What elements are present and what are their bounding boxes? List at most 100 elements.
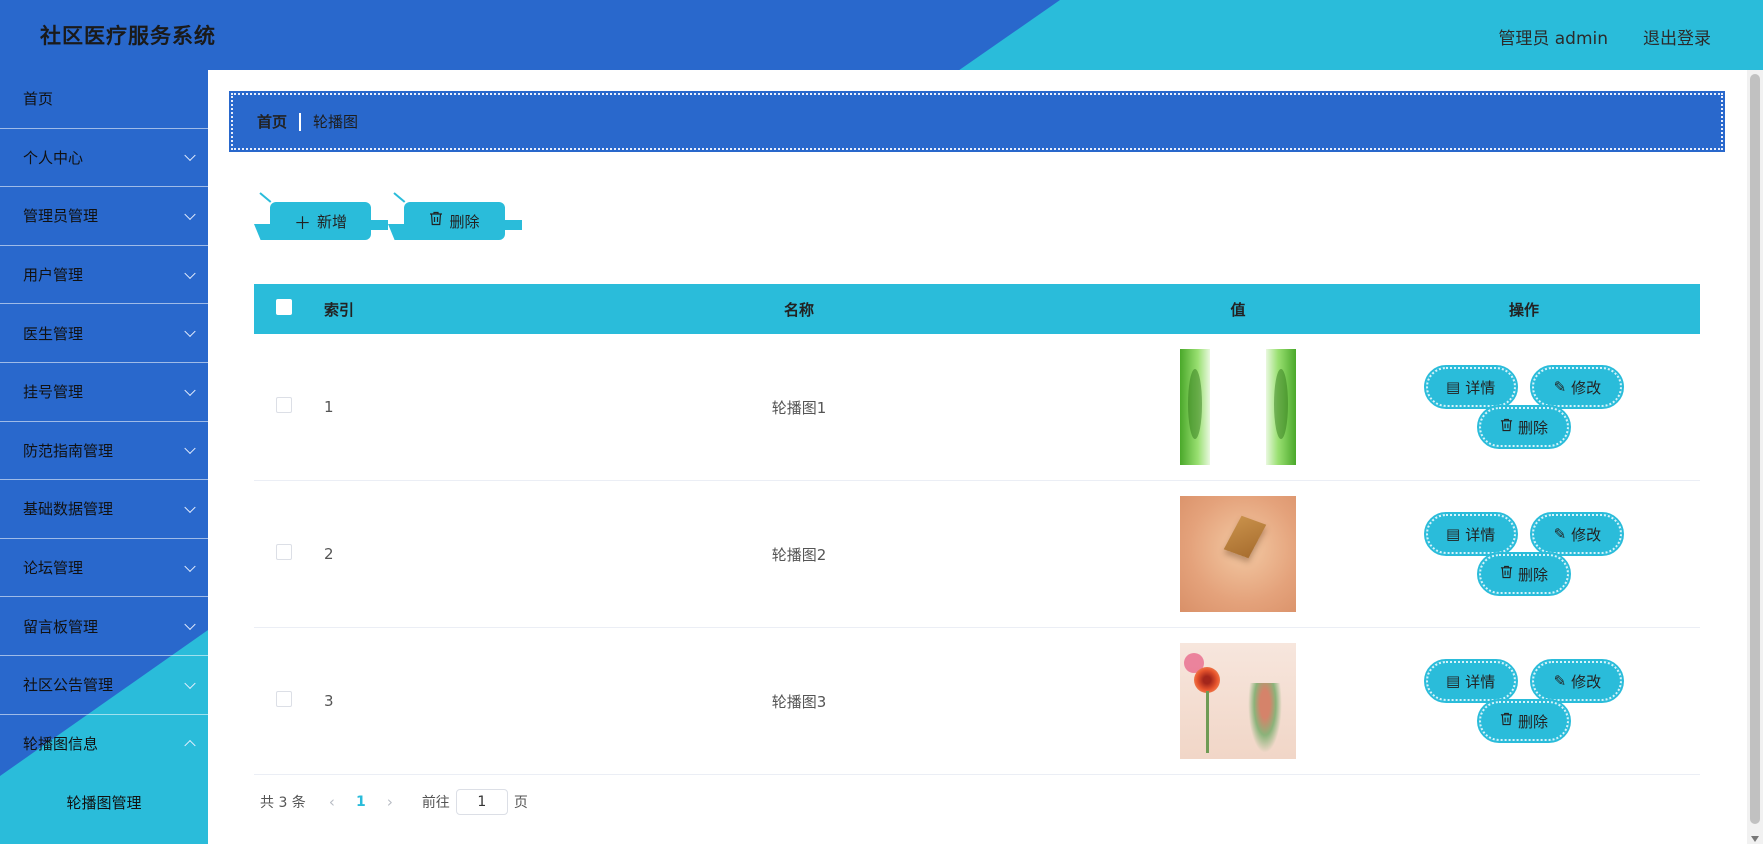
sidebar-subitem-carousel-management[interactable]: 轮播图管理 [0, 773, 208, 831]
trash-icon [429, 211, 443, 231]
header-check-cell [276, 299, 292, 319]
row-actions: ▤ 详情 ✎ 修改 删除 [1379, 512, 1669, 596]
delete-button[interactable]: 删除 [1477, 405, 1571, 449]
sidebar-item-admin-management[interactable]: 管理员管理 [0, 187, 208, 246]
detail-button[interactable]: ▤ 详情 [1423, 659, 1518, 703]
edit-button[interactable]: ✎ 修改 [1530, 365, 1625, 409]
sidebar-item-carousel-info[interactable]: 轮播图信息 [0, 715, 208, 774]
sidebar-item-label: 社区公告管理 [23, 676, 114, 695]
carousel-image-thumbnail [1180, 643, 1296, 759]
pagination-goto-label: 前往 [421, 795, 450, 811]
row-name: 轮播图1 [771, 398, 827, 417]
chevron-down-icon [184, 501, 196, 514]
chevron-right-icon[interactable]: › [376, 793, 404, 811]
detail-label: 详情 [1465, 525, 1496, 544]
breadcrumb-current: 轮播图 [313, 113, 359, 131]
carousel-image-thumbnail [1180, 496, 1296, 612]
sidebar-item-label: 留言板管理 [23, 617, 99, 636]
sidebar-item-label: 个人中心 [23, 148, 84, 167]
row-index: 2 [324, 545, 334, 563]
delete-label: 删除 [1517, 565, 1548, 584]
table-row: 2 轮播图2 ▤ 详情 ✎ 修改 删除 [254, 481, 1700, 628]
row-checkbox[interactable] [276, 397, 292, 413]
row-actions: ▤ 详情 ✎ 修改 删除 [1379, 365, 1669, 449]
chevron-down-icon [184, 677, 196, 689]
row-checkbox[interactable] [276, 691, 292, 707]
delete-button[interactable]: 删除 [1477, 699, 1571, 743]
detail-label: 详情 [1465, 672, 1496, 691]
trash-icon [1500, 565, 1513, 583]
column-header-actions: 操作 [1508, 300, 1539, 319]
scrollbar-thumb[interactable] [1750, 74, 1760, 824]
bulk-delete-label: 删除 [449, 212, 480, 231]
sidebar-item-message-board[interactable]: 留言板管理 [0, 597, 208, 656]
edit-label: 修改 [1571, 525, 1602, 544]
chevron-down-icon [184, 443, 196, 455]
trash-icon [1500, 418, 1513, 436]
sidebar-item-label: 轮播图信息 [23, 735, 99, 754]
delete-button-wrapper: 删除 [388, 192, 522, 246]
top-header: 社区医疗服务系统 管理员 admin 退出登录 [0, 0, 1763, 70]
logout-link[interactable]: 退出登录 [1643, 24, 1711, 49]
chevron-down-icon [184, 384, 196, 396]
vertical-scrollbar[interactable] [1747, 70, 1763, 844]
chevron-down-icon [184, 208, 196, 221]
sidebar-item-basic-data[interactable]: 基础数据管理 [0, 480, 208, 539]
sidebar-item-label: 管理员管理 [23, 207, 99, 226]
bulk-delete-button[interactable]: 删除 [404, 202, 505, 240]
detail-button[interactable]: ▤ 详情 [1423, 512, 1518, 556]
decoration-flag [368, 220, 388, 230]
row-index: 3 [324, 692, 334, 710]
chevron-down-icon [184, 739, 196, 752]
delete-label: 删除 [1517, 712, 1548, 731]
column-header-index: 索引 [324, 300, 355, 319]
detail-button[interactable]: ▤ 详情 [1423, 365, 1518, 409]
row-check-cell [276, 397, 292, 417]
chevron-down-icon [184, 560, 196, 572]
pagination: 共 3 条 ‹ 1 › 前往 页 [260, 789, 528, 815]
edit-button[interactable]: ✎ 修改 [1530, 659, 1625, 703]
breadcrumb: 首页 轮播图 [229, 91, 1725, 152]
row-check-cell [276, 691, 292, 711]
row-checkbox[interactable] [276, 544, 292, 560]
pagination-page-suffix: 页 [513, 795, 528, 811]
delete-button[interactable]: 删除 [1477, 552, 1571, 596]
add-button[interactable]: ＋ 新增 [270, 202, 371, 240]
sidebar: 首页 个人中心 管理员管理 用户管理 医生管理 挂号管理 防范指南管理 基础数据… [0, 70, 208, 844]
document-icon: ▤ [1446, 525, 1461, 543]
column-header-name: 名称 [783, 300, 814, 319]
table-header: 索引 名称 值 操作 [254, 284, 1700, 334]
scroll-down-arrow-icon[interactable] [1751, 836, 1759, 842]
sidebar-item-prevention-guide[interactable]: 防范指南管理 [0, 422, 208, 481]
edit-button[interactable]: ✎ 修改 [1530, 512, 1625, 556]
row-actions: ▤ 详情 ✎ 修改 删除 [1379, 659, 1669, 743]
pagination-page-current[interactable]: 1 [346, 794, 376, 810]
table-row: 3 轮播图3 ▤ 详情 ✎ 修改 删除 [254, 628, 1700, 775]
breadcrumb-home[interactable]: 首页 [257, 111, 287, 132]
sidebar-item-registration-management[interactable]: 挂号管理 [0, 363, 208, 422]
carousel-table: 索引 名称 值 操作 1 轮播图1 ▤ 详情 ✎ 修改 删除 2 轮播图2 ▤ 详情 … [254, 284, 1700, 775]
pagination-total: 共 3 条 [260, 795, 306, 811]
sidebar-item-user-management[interactable]: 用户管理 [0, 246, 208, 305]
add-button-wrapper: ＋ 新增 [254, 192, 388, 246]
sidebar-item-label: 基础数据管理 [23, 500, 114, 519]
plus-icon: ＋ [293, 213, 311, 234]
sidebar-item-doctor-management[interactable]: 医生管理 [0, 304, 208, 363]
document-icon: ▤ [1446, 672, 1461, 690]
select-all-checkbox[interactable] [276, 299, 292, 315]
pagination-goto-input[interactable] [455, 789, 508, 815]
detail-label: 详情 [1465, 378, 1496, 397]
sidebar-item-announcement[interactable]: 社区公告管理 [0, 656, 208, 715]
sidebar-item-label: 论坛管理 [23, 559, 84, 578]
chevron-down-icon [184, 618, 196, 631]
sidebar-item-personal-center[interactable]: 个人中心 [0, 129, 208, 188]
sidebar-item-home[interactable]: 首页 [0, 70, 208, 129]
table-row: 1 轮播图1 ▤ 详情 ✎ 修改 删除 [254, 334, 1700, 481]
pencil-icon: ✎ [1553, 672, 1567, 690]
chevron-left-icon[interactable]: ‹ [318, 793, 346, 811]
breadcrumb-separator [299, 112, 302, 131]
sidebar-item-label: 首页 [23, 90, 54, 109]
sidebar-item-forum[interactable]: 论坛管理 [0, 539, 208, 598]
sidebar-item-label: 防范指南管理 [23, 441, 114, 460]
pencil-icon: ✎ [1553, 525, 1567, 543]
